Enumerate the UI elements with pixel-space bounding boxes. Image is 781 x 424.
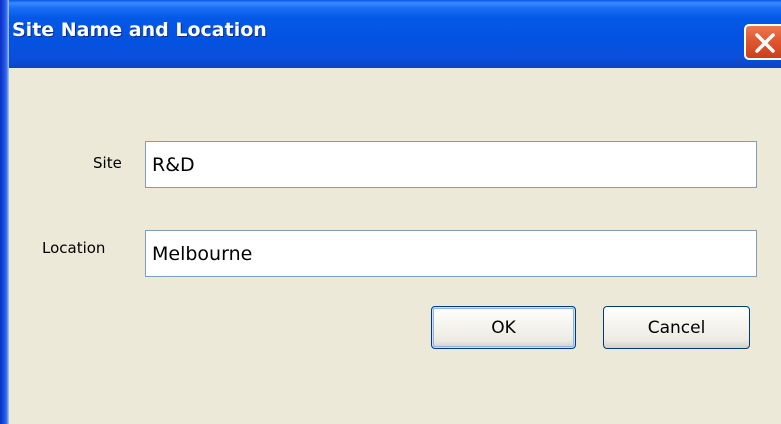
site-label: Site [93,154,122,172]
title-bar[interactable]: Site Name and Location [0,0,781,68]
cancel-button[interactable]: Cancel [603,306,750,349]
ok-button[interactable]: OK [431,306,576,349]
dialog-window: Site Name and Location Site Location OK … [0,0,781,424]
window-title: Site Name and Location [12,19,267,41]
location-input[interactable] [145,230,757,277]
close-icon [755,33,775,53]
close-button[interactable] [744,24,781,60]
site-input[interactable] [145,141,757,188]
location-label: Location [42,239,106,257]
window-left-border [0,0,9,424]
